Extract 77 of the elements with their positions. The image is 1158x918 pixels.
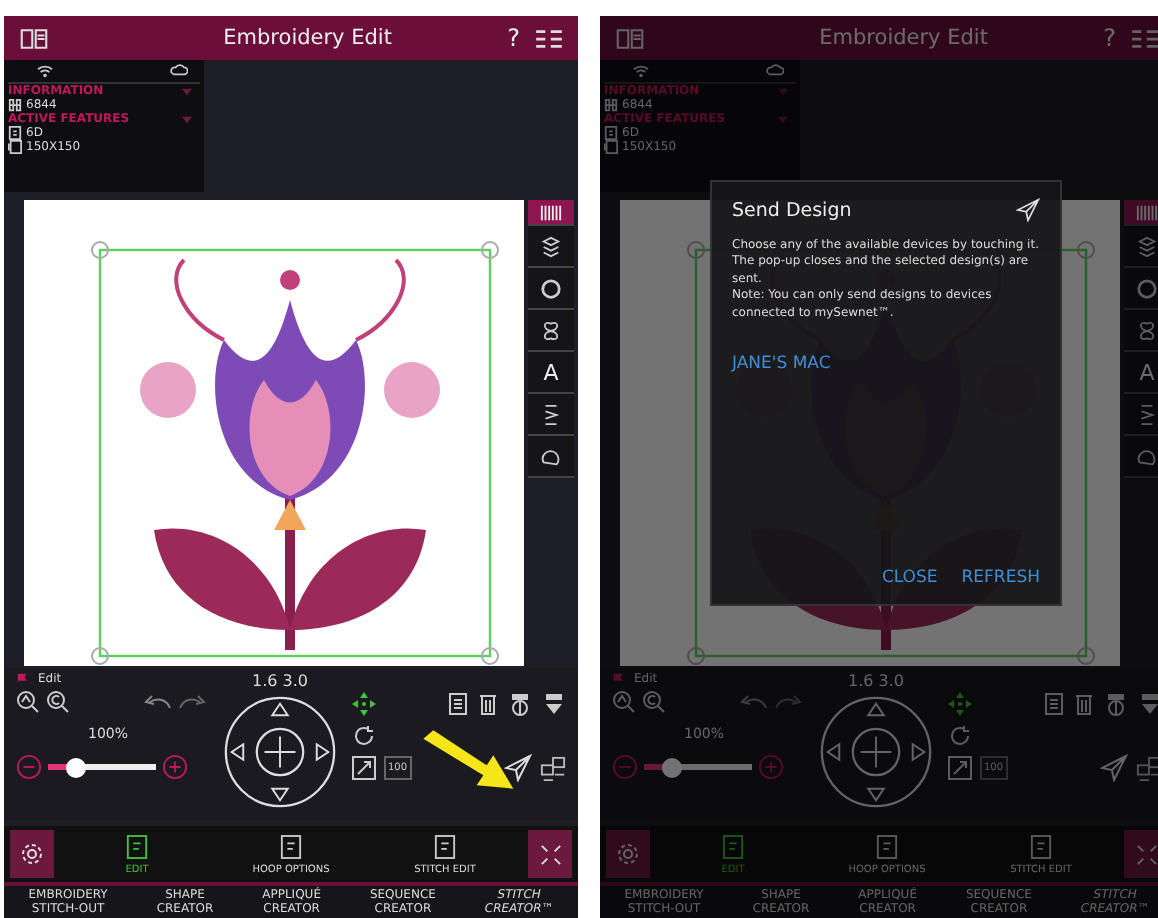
butterfly-icon: [540, 319, 562, 341]
mirror-icon[interactable]: [508, 692, 532, 716]
zigzag-icon: [540, 403, 562, 425]
settings-icon: [20, 842, 44, 866]
sidebar-tool[interactable]: [528, 226, 574, 268]
sidebar-tool[interactable]: [528, 436, 574, 478]
layers-icon: [1136, 235, 1158, 257]
rotate-icon[interactable]: [352, 724, 376, 748]
help-button[interactable]: ?: [507, 24, 520, 52]
sidebar-tool[interactable]: [528, 268, 574, 310]
caret-icon[interactable]: [182, 87, 192, 95]
document-icon[interactable]: [448, 692, 468, 716]
undo-icon[interactable]: [144, 694, 172, 710]
wifi-icon: [36, 64, 54, 78]
stitch-icon: [8, 98, 22, 112]
sidebar-tool[interactable]: [528, 200, 574, 226]
zoom-in-icon[interactable]: [16, 690, 40, 714]
sidebar-tool[interactable]: [528, 310, 574, 352]
resize-icon[interactable]: [352, 756, 376, 780]
book-icon[interactable]: [20, 27, 48, 49]
settings-button[interactable]: [10, 830, 54, 878]
design-dimensions: 1.6 3.0: [252, 672, 308, 690]
edit-icon: [612, 672, 626, 686]
window-title: Embroidery Edit: [221, 26, 394, 50]
machine-icon: [8, 126, 22, 140]
stitch-icon: [604, 98, 618, 112]
zigzag-icon: [1136, 403, 1158, 425]
send-icon: [1016, 198, 1040, 222]
page-icon: [876, 833, 898, 859]
zoom-plus-icon[interactable]: [162, 754, 188, 780]
direction-pad-icon[interactable]: [222, 694, 338, 810]
selection-frame[interactable]: [91, 241, 499, 665]
send-icon[interactable]: [504, 754, 532, 782]
redo-icon[interactable]: [178, 694, 206, 710]
collapse-button[interactable]: [1124, 830, 1158, 878]
butterfly-icon: [1136, 319, 1158, 341]
sidebar-tool[interactable]: A: [1124, 352, 1158, 394]
dialog-button[interactable]: CLOSE: [881, 568, 938, 588]
wifi-icon: [632, 64, 650, 78]
edit-icon: [16, 672, 30, 686]
dialog-title: Send Design: [732, 199, 852, 221]
page-icon: [722, 833, 744, 859]
flip-icon[interactable]: [542, 692, 566, 716]
collapse-button[interactable]: [528, 830, 572, 878]
window-title: Embroidery Edit: [817, 26, 990, 50]
hoop-canvas[interactable]: [24, 200, 524, 666]
collapse-icon: [539, 843, 561, 865]
cloud-icon: [766, 64, 784, 76]
hoop-icon: [604, 140, 618, 154]
machine-icon: [604, 126, 618, 140]
dialog-button[interactable]: REFRESH: [961, 568, 1040, 588]
sidebar-tool[interactable]: A: [528, 352, 574, 394]
layers-icon: [540, 235, 562, 257]
collapse-icon: [1135, 843, 1157, 865]
device-link[interactable]: JANE'S MAC: [732, 353, 831, 374]
caret-icon[interactable]: [182, 115, 192, 123]
page-icon: [280, 833, 302, 859]
page-icon: [126, 833, 148, 859]
stitches-icon: [540, 201, 562, 223]
settings-icon: [616, 842, 640, 866]
circle-icon: [1136, 277, 1158, 299]
page-icon: [1030, 833, 1052, 859]
circle-icon: [540, 277, 562, 299]
page-icon: [434, 833, 456, 859]
shape-icon: [1136, 445, 1158, 467]
zoom-fit-icon[interactable]: [46, 690, 70, 714]
trash-icon[interactable]: [478, 692, 498, 716]
stitches-icon: [1136, 201, 1158, 223]
design-dimensions: 1.6 3.0: [848, 672, 904, 690]
zoom-out-icon[interactable]: [16, 754, 42, 780]
shape-icon: [540, 445, 562, 467]
menu-icon[interactable]: [536, 27, 562, 49]
move-icon[interactable]: [352, 692, 376, 716]
cloud-icon: [170, 64, 188, 76]
help-button[interactable]: ?: [1103, 24, 1116, 52]
hoop-icon: [8, 140, 22, 154]
sidebar-tool[interactable]: [528, 394, 574, 436]
